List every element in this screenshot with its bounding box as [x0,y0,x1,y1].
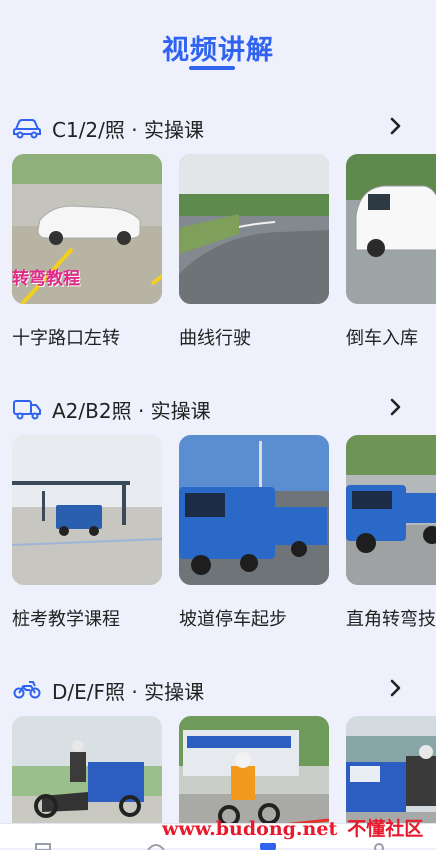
page-title: 视频讲解 [162,35,274,66]
video-title: 直角转弯技 [346,609,436,630]
home-tab-icon[interactable] [32,840,54,850]
video-card[interactable] [179,716,329,826]
video-title: 桩考教学课程 [12,609,120,630]
watermark: www.budong.net 不懂社区 [162,814,423,841]
video-title: 坡道停车起步 [179,609,287,630]
video-card[interactable] [346,716,436,826]
video-thumbnail[interactable] [346,716,436,826]
title-underline [189,66,235,70]
video-card[interactable]: 曲线行驶 [179,154,329,350]
chevron-right-icon[interactable] [384,396,406,418]
thumbnail-badge: 转弯教程 [12,269,80,289]
video-thumbnail[interactable] [12,716,162,826]
section-title: D/E/F照 · 实操课 [52,680,205,704]
video-thumbnail[interactable] [179,154,329,304]
section-title: C1/2/照 · 实操课 [52,118,204,142]
video-thumbnail[interactable] [179,716,329,826]
watermark-text: 不懂社区 [347,818,424,840]
video-thumbnail[interactable] [12,435,162,585]
video-thumbnail[interactable] [179,435,329,585]
truck-icon [13,400,41,420]
section-header[interactable]: A2/B2照 · 实操课 [0,391,436,425]
video-thumbnail[interactable]: 转弯教程 [12,154,162,304]
chevron-right-icon[interactable] [384,677,406,699]
card-row [12,716,436,826]
video-card[interactable]: 坡道停车起步 [179,435,329,631]
motorcycle-icon [13,681,41,699]
section-title: A2/B2照 · 实操课 [52,399,211,423]
video-thumbnail[interactable] [346,154,436,304]
card-row: 转弯教程 十字路口左转 曲线行驶 倒车入库 [12,154,436,354]
video-tab-icon[interactable] [257,840,279,850]
card-row: 桩考教学课程 坡道停车起步 直角转弯技 [12,435,436,635]
video-card[interactable] [12,716,162,826]
section-header[interactable]: D/E/F照 · 实操课 [0,672,436,706]
section-header[interactable]: C1/2/照 · 实操课 [0,110,436,144]
page-header: 视频讲解 [0,0,436,80]
car-icon [13,119,41,139]
video-title: 曲线行驶 [179,328,251,349]
profile-tab-icon[interactable] [368,840,390,850]
chevron-right-icon[interactable] [384,115,406,137]
video-card[interactable]: 转弯教程 十字路口左转 [12,154,162,350]
video-thumbnail[interactable] [346,435,436,585]
video-card[interactable]: 桩考教学课程 [12,435,162,631]
video-card[interactable]: 直角转弯技 [346,435,436,631]
practice-tab-icon[interactable] [145,840,167,850]
video-card[interactable]: 倒车入库 [346,154,436,350]
video-title: 倒车入库 [346,328,418,349]
video-title: 十字路口左转 [12,328,120,349]
watermark-url: www.budong.net [162,818,338,840]
